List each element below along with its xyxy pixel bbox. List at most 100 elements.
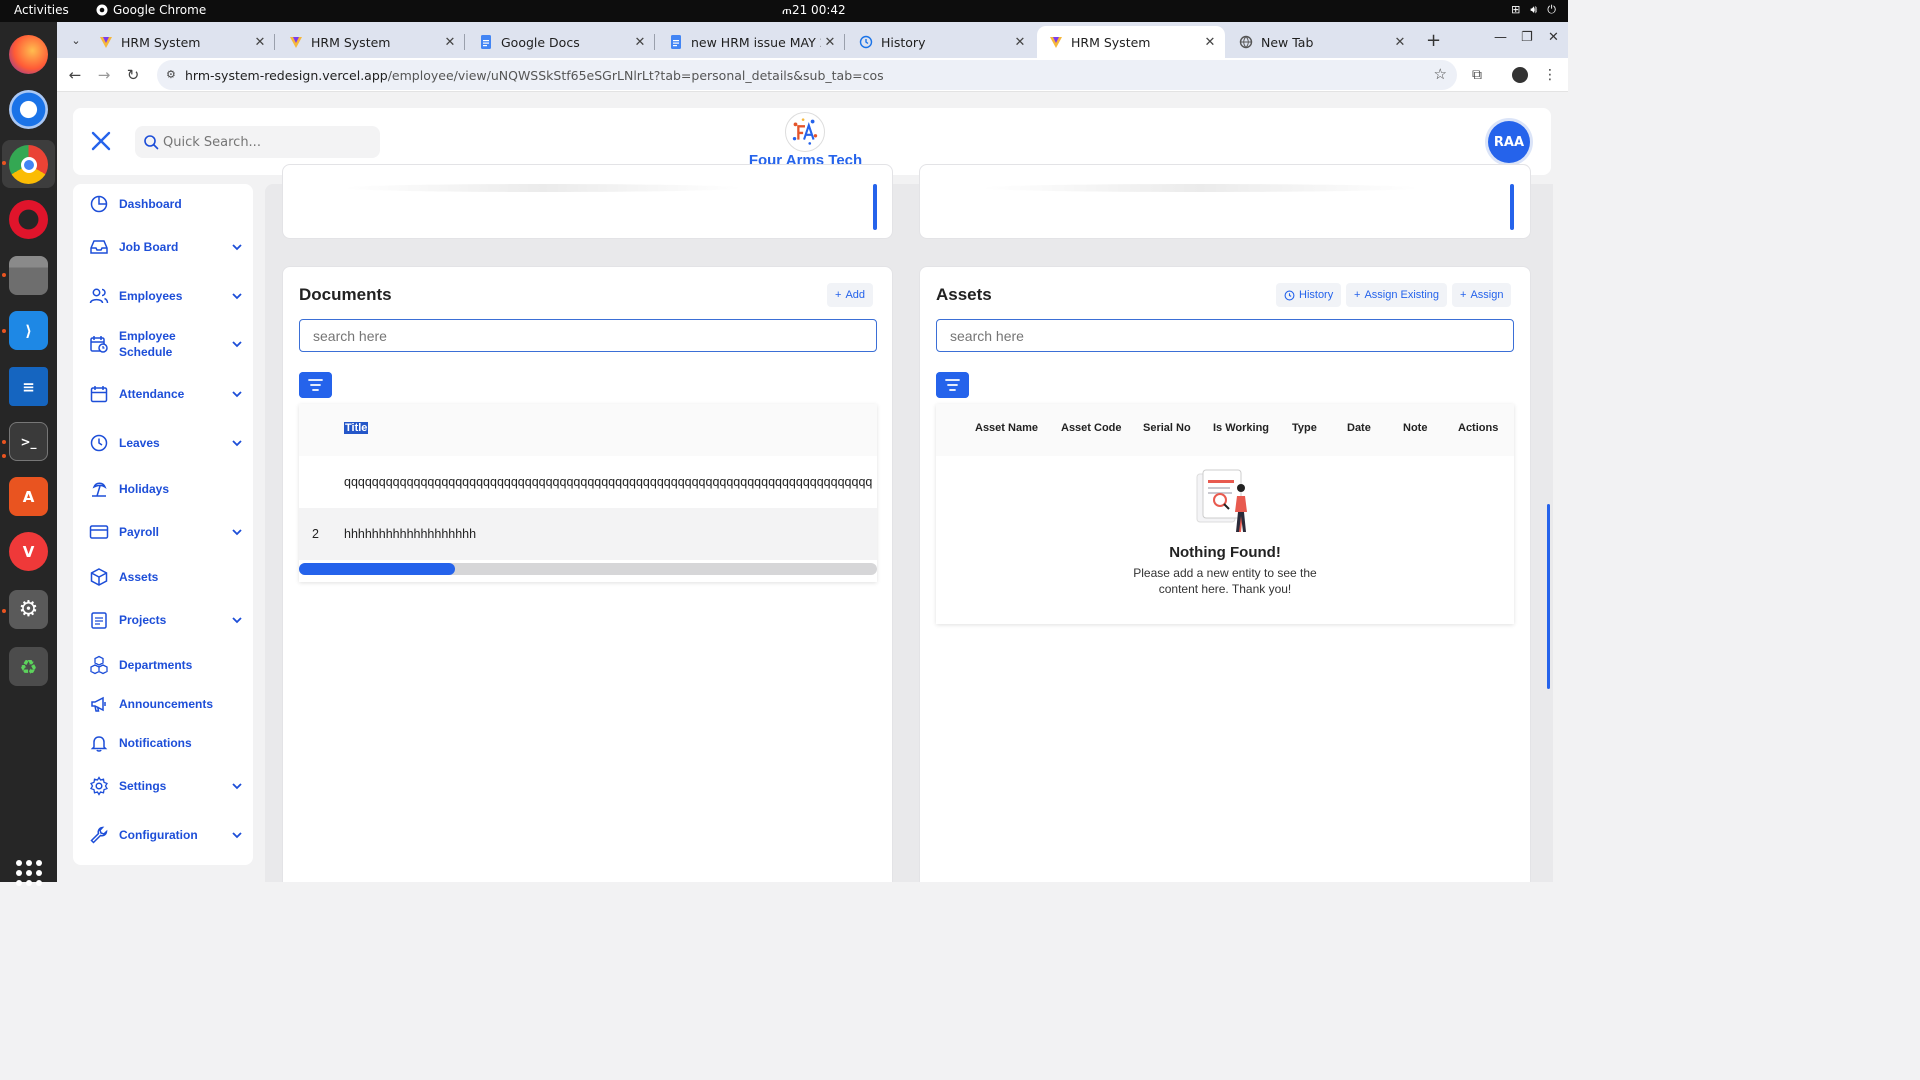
assign-existing-label: Assign Existing	[1364, 289, 1440, 301]
empty-state: Nothing Found! Please add a new entity t…	[1125, 544, 1325, 597]
new-tab-button[interactable]: +	[1426, 30, 1441, 51]
quick-search-input[interactable]	[163, 134, 363, 150]
bookmark-star-icon[interactable]: ☆	[1434, 65, 1447, 83]
browser-tab-active[interactable]: HRM System ✕	[1037, 26, 1225, 58]
activities-button[interactable]: Activities	[14, 3, 69, 17]
column-header-is-working[interactable]: Is Working	[1213, 422, 1269, 434]
writer-icon[interactable]: ≡	[9, 367, 48, 406]
files-icon[interactable]	[9, 256, 48, 295]
empty-state-title: Nothing Found!	[1169, 544, 1281, 561]
close-tab-icon[interactable]: ✕	[1011, 35, 1029, 50]
sidebar-item-label: Notifications	[119, 736, 192, 750]
table-row[interactable]: qqqqqqqqqqqqqqqqqqqqqqqqqqqqqqqqqqqqqqqq…	[299, 456, 877, 508]
back-icon[interactable]: ←	[64, 64, 86, 86]
vivaldi-icon[interactable]: V	[9, 532, 48, 571]
page-scrollbar-thumb[interactable]	[1547, 504, 1550, 689]
column-header-serial-no[interactable]: Serial No	[1143, 422, 1191, 434]
browser-tab[interactable]: HRM System ✕	[277, 26, 465, 58]
settings-app-icon[interactable]: ⚙	[9, 590, 48, 629]
tab-search-icon[interactable]: ⌄	[65, 29, 87, 51]
sidebar-item-departments[interactable]: Departments	[89, 655, 249, 675]
opera-icon[interactable]	[9, 200, 48, 239]
card-shadow-fade	[343, 184, 743, 192]
minimize-icon[interactable]: —	[1494, 30, 1507, 45]
tab-title: HRM System	[121, 34, 201, 50]
site-info-icon[interactable]: ⚙	[166, 68, 176, 81]
asset-history-button[interactable]: History	[1276, 283, 1342, 307]
close-window-icon[interactable]: ✕	[1548, 30, 1559, 45]
app-center-icon[interactable]: A	[9, 477, 48, 516]
column-header-title[interactable]: Title	[344, 422, 369, 434]
assign-button[interactable]: + Assign	[1452, 283, 1512, 307]
close-tab-icon[interactable]: ✕	[631, 35, 649, 50]
firefox-icon[interactable]	[9, 35, 48, 74]
app-menu[interactable]: Google Chrome	[96, 3, 206, 17]
sidebar-item-payroll[interactable]: Payroll	[89, 522, 249, 542]
restore-icon[interactable]: ❐	[1521, 30, 1533, 45]
close-tab-icon[interactable]: ✕	[1391, 35, 1409, 50]
sidebar-item-announcements[interactable]: Announcements	[89, 694, 249, 714]
extensions-icon[interactable]: ⧉	[1466, 64, 1488, 86]
column-header-type[interactable]: Type	[1292, 422, 1317, 434]
column-header-asset-name[interactable]: Asset Name	[975, 422, 1038, 434]
quick-search[interactable]	[135, 126, 380, 158]
forward-icon[interactable]: →	[93, 64, 115, 86]
documents-search-input[interactable]	[313, 327, 820, 344]
browser-tab[interactable]: History ✕	[847, 26, 1035, 58]
close-tab-icon[interactable]: ✕	[251, 35, 269, 50]
browser-tab[interactable]: New Tab ✕	[1227, 26, 1415, 58]
close-sidebar-icon[interactable]	[88, 128, 114, 154]
browser-tab-strip: ⌄ HRM System ✕ HRM System ✕ Google Docs …	[57, 22, 1568, 58]
user-avatar[interactable]: RAA	[1488, 121, 1530, 163]
clock[interactable]: ጠ21 00:42	[782, 3, 846, 18]
cube-icon	[90, 568, 108, 586]
sidebar-item-attendance[interactable]: Attendance	[89, 384, 249, 404]
chevron-down-icon	[232, 244, 242, 251]
plus-icon: +	[835, 289, 842, 301]
sidebar-item-employee-schedule[interactable]: Employee Schedule	[89, 328, 249, 360]
terminal-icon[interactable]: >_	[9, 422, 48, 461]
table-row[interactable]: 2 hhhhhhhhhhhhhhhhhhh	[299, 508, 877, 560]
assets-table-header: Asset Name Asset Code Serial No Is Worki…	[936, 404, 1514, 456]
assets-search[interactable]	[936, 319, 1514, 352]
sidebar-item-leaves[interactable]: Leaves	[89, 433, 249, 453]
browser-tab[interactable]: HRM System ✕	[87, 26, 275, 58]
column-header-date[interactable]: Date	[1347, 422, 1371, 434]
sort-filter-icon[interactable]	[936, 372, 969, 398]
chromium-icon[interactable]	[9, 90, 48, 129]
reload-icon[interactable]: ↻	[122, 64, 144, 86]
browser-tab[interactable]: Google Docs ✕	[467, 26, 655, 58]
close-tab-icon[interactable]: ✕	[1201, 35, 1219, 50]
sidebar-item-configuration[interactable]: Configuration	[89, 825, 249, 845]
column-header-actions[interactable]: Actions	[1458, 422, 1498, 434]
sidebar-item-settings[interactable]: Settings	[89, 776, 249, 796]
profile-icon[interactable]	[1509, 64, 1531, 86]
horizontal-scrollbar[interactable]	[299, 563, 877, 575]
add-document-button[interactable]: + Add	[827, 283, 874, 307]
sidebar-item-notifications[interactable]: Notifications	[89, 733, 249, 753]
google-chrome-icon[interactable]	[9, 145, 48, 184]
assets-search-input[interactable]	[950, 327, 1457, 344]
chevron-down-icon	[232, 617, 242, 624]
horizontal-scrollbar-thumb[interactable]	[299, 563, 456, 575]
column-header-asset-code[interactable]: Asset Code	[1061, 422, 1122, 434]
sidebar-item-dashboard[interactable]: Dashboard	[89, 194, 249, 214]
browser-tab[interactable]: new HRM issue MAY 20... ✕	[657, 26, 845, 58]
sidebar-item-employees[interactable]: Employees	[89, 286, 249, 306]
sidebar-item-job-board[interactable]: Job Board	[89, 237, 249, 257]
sort-filter-icon[interactable]	[299, 372, 332, 398]
vscode-icon[interactable]: ⟩	[9, 311, 48, 350]
system-tray[interactable]: ⊞ 🔊︎ ⏻	[1511, 3, 1556, 17]
address-bar[interactable]: ⚙ hrm-system-redesign.vercel.app/employe…	[157, 60, 1457, 90]
assign-existing-button[interactable]: + Assign Existing	[1346, 283, 1448, 307]
close-tab-icon[interactable]: ✕	[821, 35, 839, 50]
sidebar-item-holidays[interactable]: Holidays	[89, 479, 249, 499]
column-header-note[interactable]: Note	[1403, 422, 1427, 434]
sidebar-item-assets[interactable]: Assets	[89, 567, 249, 587]
show-apps-icon[interactable]	[16, 860, 42, 886]
chrome-menu-icon[interactable]: ⋮	[1539, 64, 1561, 86]
sidebar-item-projects[interactable]: Projects	[89, 610, 249, 630]
close-tab-icon[interactable]: ✕	[441, 35, 459, 50]
documents-search[interactable]	[299, 319, 877, 352]
trash-icon[interactable]: ♻	[9, 647, 48, 686]
